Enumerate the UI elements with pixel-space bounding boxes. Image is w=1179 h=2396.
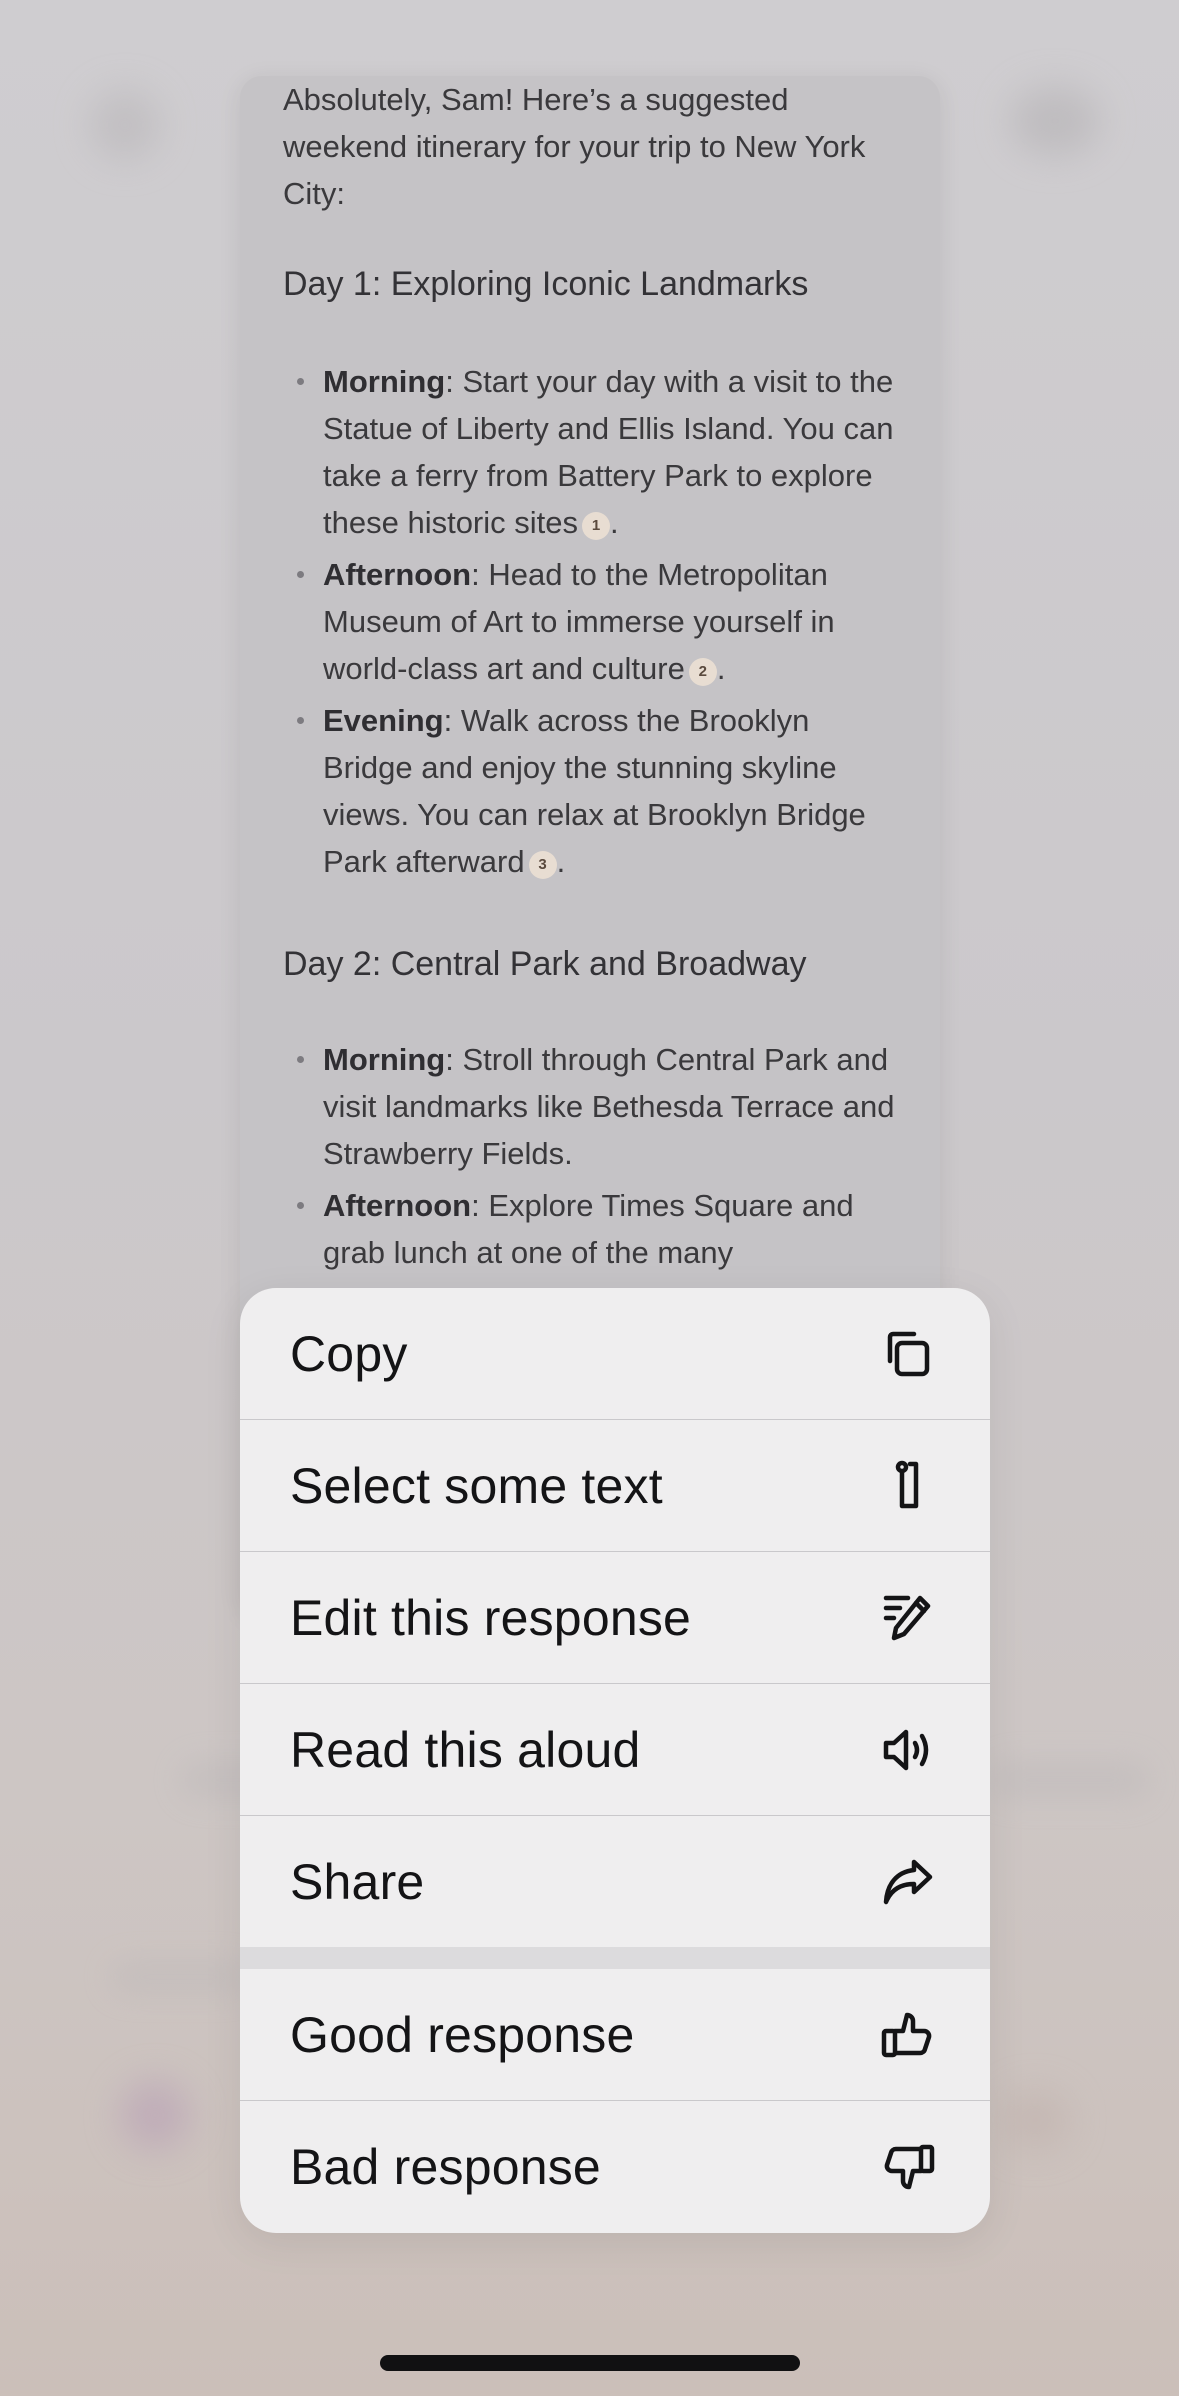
item-label: Afternoon — [323, 1188, 472, 1223]
menu-item-share[interactable]: Share — [240, 1816, 990, 1947]
item-label: Evening — [323, 703, 444, 738]
thumbs-down-icon — [876, 2135, 940, 2199]
menu-item-edit-response[interactable]: Edit this response — [240, 1552, 990, 1683]
background-blur — [90, 90, 160, 160]
menu-item-label: Select some text — [290, 1457, 663, 1514]
menu-item-label: Read this aloud — [290, 1721, 641, 1778]
context-menu: Copy Select some text Edit this response… — [240, 1288, 990, 2233]
share-icon — [876, 1850, 940, 1914]
select-text-icon — [876, 1454, 940, 1518]
menu-item-good-response[interactable]: Good response — [240, 1969, 990, 2100]
menu-item-label: Bad response — [290, 2138, 601, 2195]
menu-item-select-text[interactable]: Select some text — [240, 1420, 990, 1551]
citation-badge[interactable]: 2 — [688, 658, 717, 686]
day2-heading: Day 2: Central Park and Broadway — [283, 945, 807, 983]
item-end: . — [716, 651, 726, 686]
citation-badge[interactable]: 1 — [582, 512, 610, 540]
copy-icon — [876, 1322, 940, 1386]
day1-list: Morning: Start your day with a visit to … — [283, 358, 903, 890]
thumbs-up-icon — [876, 2003, 940, 2067]
speaker-icon — [876, 1718, 940, 1782]
background-blur — [110, 1960, 250, 1994]
menu-section-separator — [240, 1947, 990, 1969]
background-blur — [1000, 2090, 1070, 2150]
menu-item-copy[interactable]: Copy — [240, 1288, 990, 1419]
item-label: Afternoon — [323, 557, 472, 592]
background-blur — [120, 2080, 190, 2150]
item-end: . — [556, 844, 566, 879]
citation-badge[interactable]: 3 — [528, 851, 557, 879]
home-indicator[interactable] — [380, 2355, 800, 2371]
edit-icon — [876, 1586, 940, 1650]
item-label: Morning — [323, 1042, 446, 1077]
menu-item-label: Edit this response — [290, 1589, 692, 1646]
day2-list: Morning: Stroll through Central Park and… — [283, 1036, 903, 1281]
menu-item-label: Copy — [290, 1325, 408, 1382]
menu-item-bad-response[interactable]: Bad response — [240, 2101, 990, 2232]
menu-item-label: Good response — [290, 2006, 635, 2063]
list-item: Evening: Walk across the Brooklyn Bridge… — [283, 697, 903, 885]
menu-item-read-aloud[interactable]: Read this aloud — [240, 1684, 990, 1815]
list-item: Afternoon: Head to the Metropolitan Muse… — [283, 551, 903, 692]
day1-heading: Day 1: Exploring Iconic Landmarks — [283, 265, 809, 303]
list-item: Afternoon: Explore Times Square and grab… — [283, 1182, 903, 1276]
message-intro: Absolutely, Sam! Here’s a suggested week… — [283, 82, 866, 211]
item-label: Morning — [323, 364, 446, 399]
background-blur — [1010, 86, 1100, 156]
item-end: . — [610, 505, 619, 540]
menu-item-label: Share — [290, 1853, 425, 1910]
background-blur — [990, 1760, 1150, 1800]
list-item: Morning: Stroll through Central Park and… — [283, 1036, 903, 1177]
list-item: Morning: Start your day with a visit to … — [283, 358, 903, 546]
